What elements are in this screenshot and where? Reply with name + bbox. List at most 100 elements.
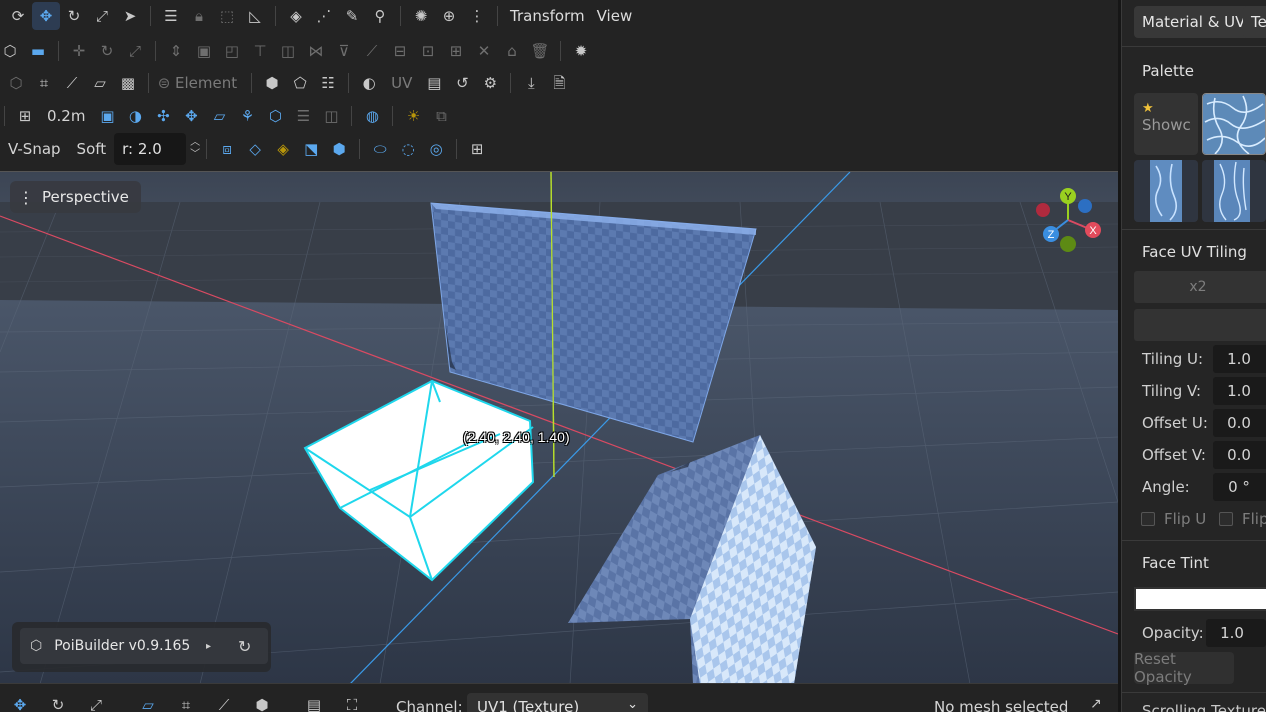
- angle-input[interactable]: 0 °: [1213, 473, 1266, 501]
- bounds-icon[interactable]: ⬚: [213, 2, 241, 30]
- grid-icon[interactable]: ⊞: [11, 102, 39, 130]
- knife-icon[interactable]: ⟋: [358, 37, 386, 65]
- edge-icon[interactable]: ⌗: [172, 696, 200, 712]
- flip-u-checkbox[interactable]: [1141, 512, 1155, 526]
- swatch-water-column-b[interactable]: [1202, 160, 1266, 222]
- snap-rows-icon[interactable]: ☰: [289, 102, 317, 130]
- bucket-icon[interactable]: ⊽: [330, 37, 358, 65]
- snap-circle-icon[interactable]: ◑: [121, 102, 149, 130]
- feather-icon[interactable]: ✎: [338, 2, 366, 30]
- rotate-icon[interactable]: ↻: [44, 696, 72, 712]
- snap-mesh-icon[interactable]: ⬡: [261, 102, 289, 130]
- external-link-icon[interactable]: ↗: [1090, 696, 1102, 712]
- version-bar[interactable]: ⬡ PoiBuilder v0.9.165 ▸ ↻: [20, 628, 268, 664]
- download-icon[interactable]: ⤓: [517, 69, 545, 97]
- cube-outline-icon[interactable]: ⬢: [325, 135, 353, 163]
- object-mode-icon[interactable]: ⬡: [0, 37, 24, 65]
- settings-burst-icon[interactable]: ✹: [567, 37, 595, 65]
- fit-icon[interactable]: ⛶: [338, 696, 366, 712]
- lock-icon[interactable]: 🔒︎: [185, 2, 213, 30]
- list-edit-icon[interactable]: ☰: [157, 2, 185, 30]
- element-button[interactable]: Element: [173, 74, 245, 92]
- axis-gizmo[interactable]: Y X Z: [1030, 184, 1106, 256]
- resize-icon[interactable]: ⤢: [121, 37, 149, 65]
- 3d-viewport[interactable]: ⋮ Perspective (2.40, 2.40, 1.40) Y X Z ⬡…: [0, 171, 1118, 683]
- document-icon[interactable]: 🗎︎: [545, 69, 573, 97]
- falloff-icon[interactable]: ◈: [269, 135, 297, 163]
- target-icon[interactable]: ◎: [422, 135, 450, 163]
- split-icon[interactable]: ◫: [274, 37, 302, 65]
- note-icon[interactable]: ▤: [420, 69, 448, 97]
- distribute-icon[interactable]: ⊤: [246, 37, 274, 65]
- layers-icon[interactable]: ▬: [24, 37, 52, 65]
- face-icon[interactable]: ▱: [134, 696, 162, 712]
- lasso-icon[interactable]: ◌: [394, 135, 422, 163]
- undo-icon[interactable]: ↺: [448, 69, 476, 97]
- uv-icon[interactable]: ▤: [300, 696, 328, 712]
- table-icon[interactable]: ⊞: [463, 135, 491, 163]
- inset-icon[interactable]: ⊡: [414, 37, 442, 65]
- reset-icon[interactable]: ↻: [238, 637, 251, 656]
- uv-button[interactable]: UV: [383, 74, 420, 92]
- snap-branch-icon[interactable]: ⚘: [233, 102, 261, 130]
- snap-vertex-icon[interactable]: ✣: [149, 102, 177, 130]
- chevron-up-icon[interactable]: ︿: [190, 137, 200, 149]
- checker-icon[interactable]: ▩: [114, 69, 142, 97]
- align-icon[interactable]: ⇕: [162, 37, 190, 65]
- flip-v-checkbox[interactable]: [1219, 512, 1233, 526]
- frame-icon[interactable]: ▣: [190, 37, 218, 65]
- scale-icon[interactable]: ⤢: [82, 696, 110, 712]
- swatch-water-texture[interactable]: [1202, 93, 1266, 155]
- snap-box-icon[interactable]: ▣: [93, 102, 121, 130]
- snap-center-icon[interactable]: ✥: [177, 102, 205, 130]
- more-vertical-icon[interactable]: ⋮: [463, 2, 491, 30]
- vsnap-toggle[interactable]: V-Snap: [0, 140, 69, 158]
- sun-icon[interactable]: ☀: [399, 102, 427, 130]
- line-icon[interactable]: ⟋: [58, 69, 86, 97]
- play-icon[interactable]: ▸: [206, 641, 211, 652]
- tab-material-uv[interactable]: Material & UV: [1134, 6, 1254, 38]
- radius-input[interactable]: r: 2.0: [114, 133, 187, 165]
- weld-icon[interactable]: ⋈: [302, 37, 330, 65]
- pin-icon[interactable]: ⚲: [366, 2, 394, 30]
- camera-mode-button[interactable]: ⋮ Perspective: [10, 181, 141, 213]
- sliders-icon[interactable]: ☷: [314, 69, 342, 97]
- reset-opacity-button[interactable]: Reset Opacity: [1134, 650, 1234, 686]
- ruler-icon[interactable]: ◺: [241, 2, 269, 30]
- mirror-icon[interactable]: ◇: [241, 135, 269, 163]
- add-icon[interactable]: ✛: [65, 37, 93, 65]
- shape-icon[interactable]: ◰: [218, 37, 246, 65]
- grid-fill-icon[interactable]: ⊞: [442, 37, 470, 65]
- offset-u-input[interactable]: 0.0: [1213, 409, 1266, 437]
- soft-toggle[interactable]: Soft: [69, 140, 115, 158]
- viewport-scene[interactable]: [0, 172, 1118, 683]
- gear-icon[interactable]: ⚙: [476, 69, 504, 97]
- grid-size-value[interactable]: 0.2m: [39, 107, 93, 125]
- opacity-input[interactable]: 1.0: [1206, 619, 1266, 647]
- snap-sphere-icon[interactable]: ◍: [358, 102, 386, 130]
- radius-stepper[interactable]: ︿ ﹀: [190, 137, 200, 161]
- rotate-tool-icon[interactable]: ↻: [60, 2, 88, 30]
- light-icon[interactable]: ✺: [407, 2, 435, 30]
- bucket-icon[interactable]: ⬢: [248, 696, 276, 712]
- offset-v-input[interactable]: 0.0: [1213, 441, 1266, 469]
- globe-icon[interactable]: ⊕: [435, 2, 463, 30]
- cross-icon[interactable]: ✕: [470, 37, 498, 65]
- vertex-mode-icon[interactable]: ⬡: [2, 69, 30, 97]
- delete-icon[interactable]: 🗑︎: [526, 37, 554, 65]
- refresh-icon[interactable]: ↻: [93, 37, 121, 65]
- pointer-icon[interactable]: ➤: [116, 2, 144, 30]
- overlap-icon[interactable]: ⧉: [427, 102, 455, 130]
- pentagon-icon[interactable]: ⬠: [286, 69, 314, 97]
- channel-select[interactable]: UV1 (Texture) ⌄: [467, 693, 648, 712]
- chevron-down-icon[interactable]: ﹀: [190, 149, 200, 161]
- snap-face-icon[interactable]: ▱: [205, 102, 233, 130]
- select-mode-icon[interactable]: ⟳: [4, 2, 32, 30]
- tab-texture[interactable]: Te: [1243, 6, 1266, 38]
- menu-view[interactable]: View: [591, 7, 639, 25]
- swatch-water-column-a[interactable]: [1134, 160, 1198, 222]
- tiling-x2-button[interactable]: x2: [1134, 271, 1266, 303]
- move-tool-icon[interactable]: ✥: [32, 2, 60, 30]
- loop-cut-icon[interactable]: ⊟: [386, 37, 414, 65]
- tiling-u-input[interactable]: 1.0: [1213, 345, 1266, 373]
